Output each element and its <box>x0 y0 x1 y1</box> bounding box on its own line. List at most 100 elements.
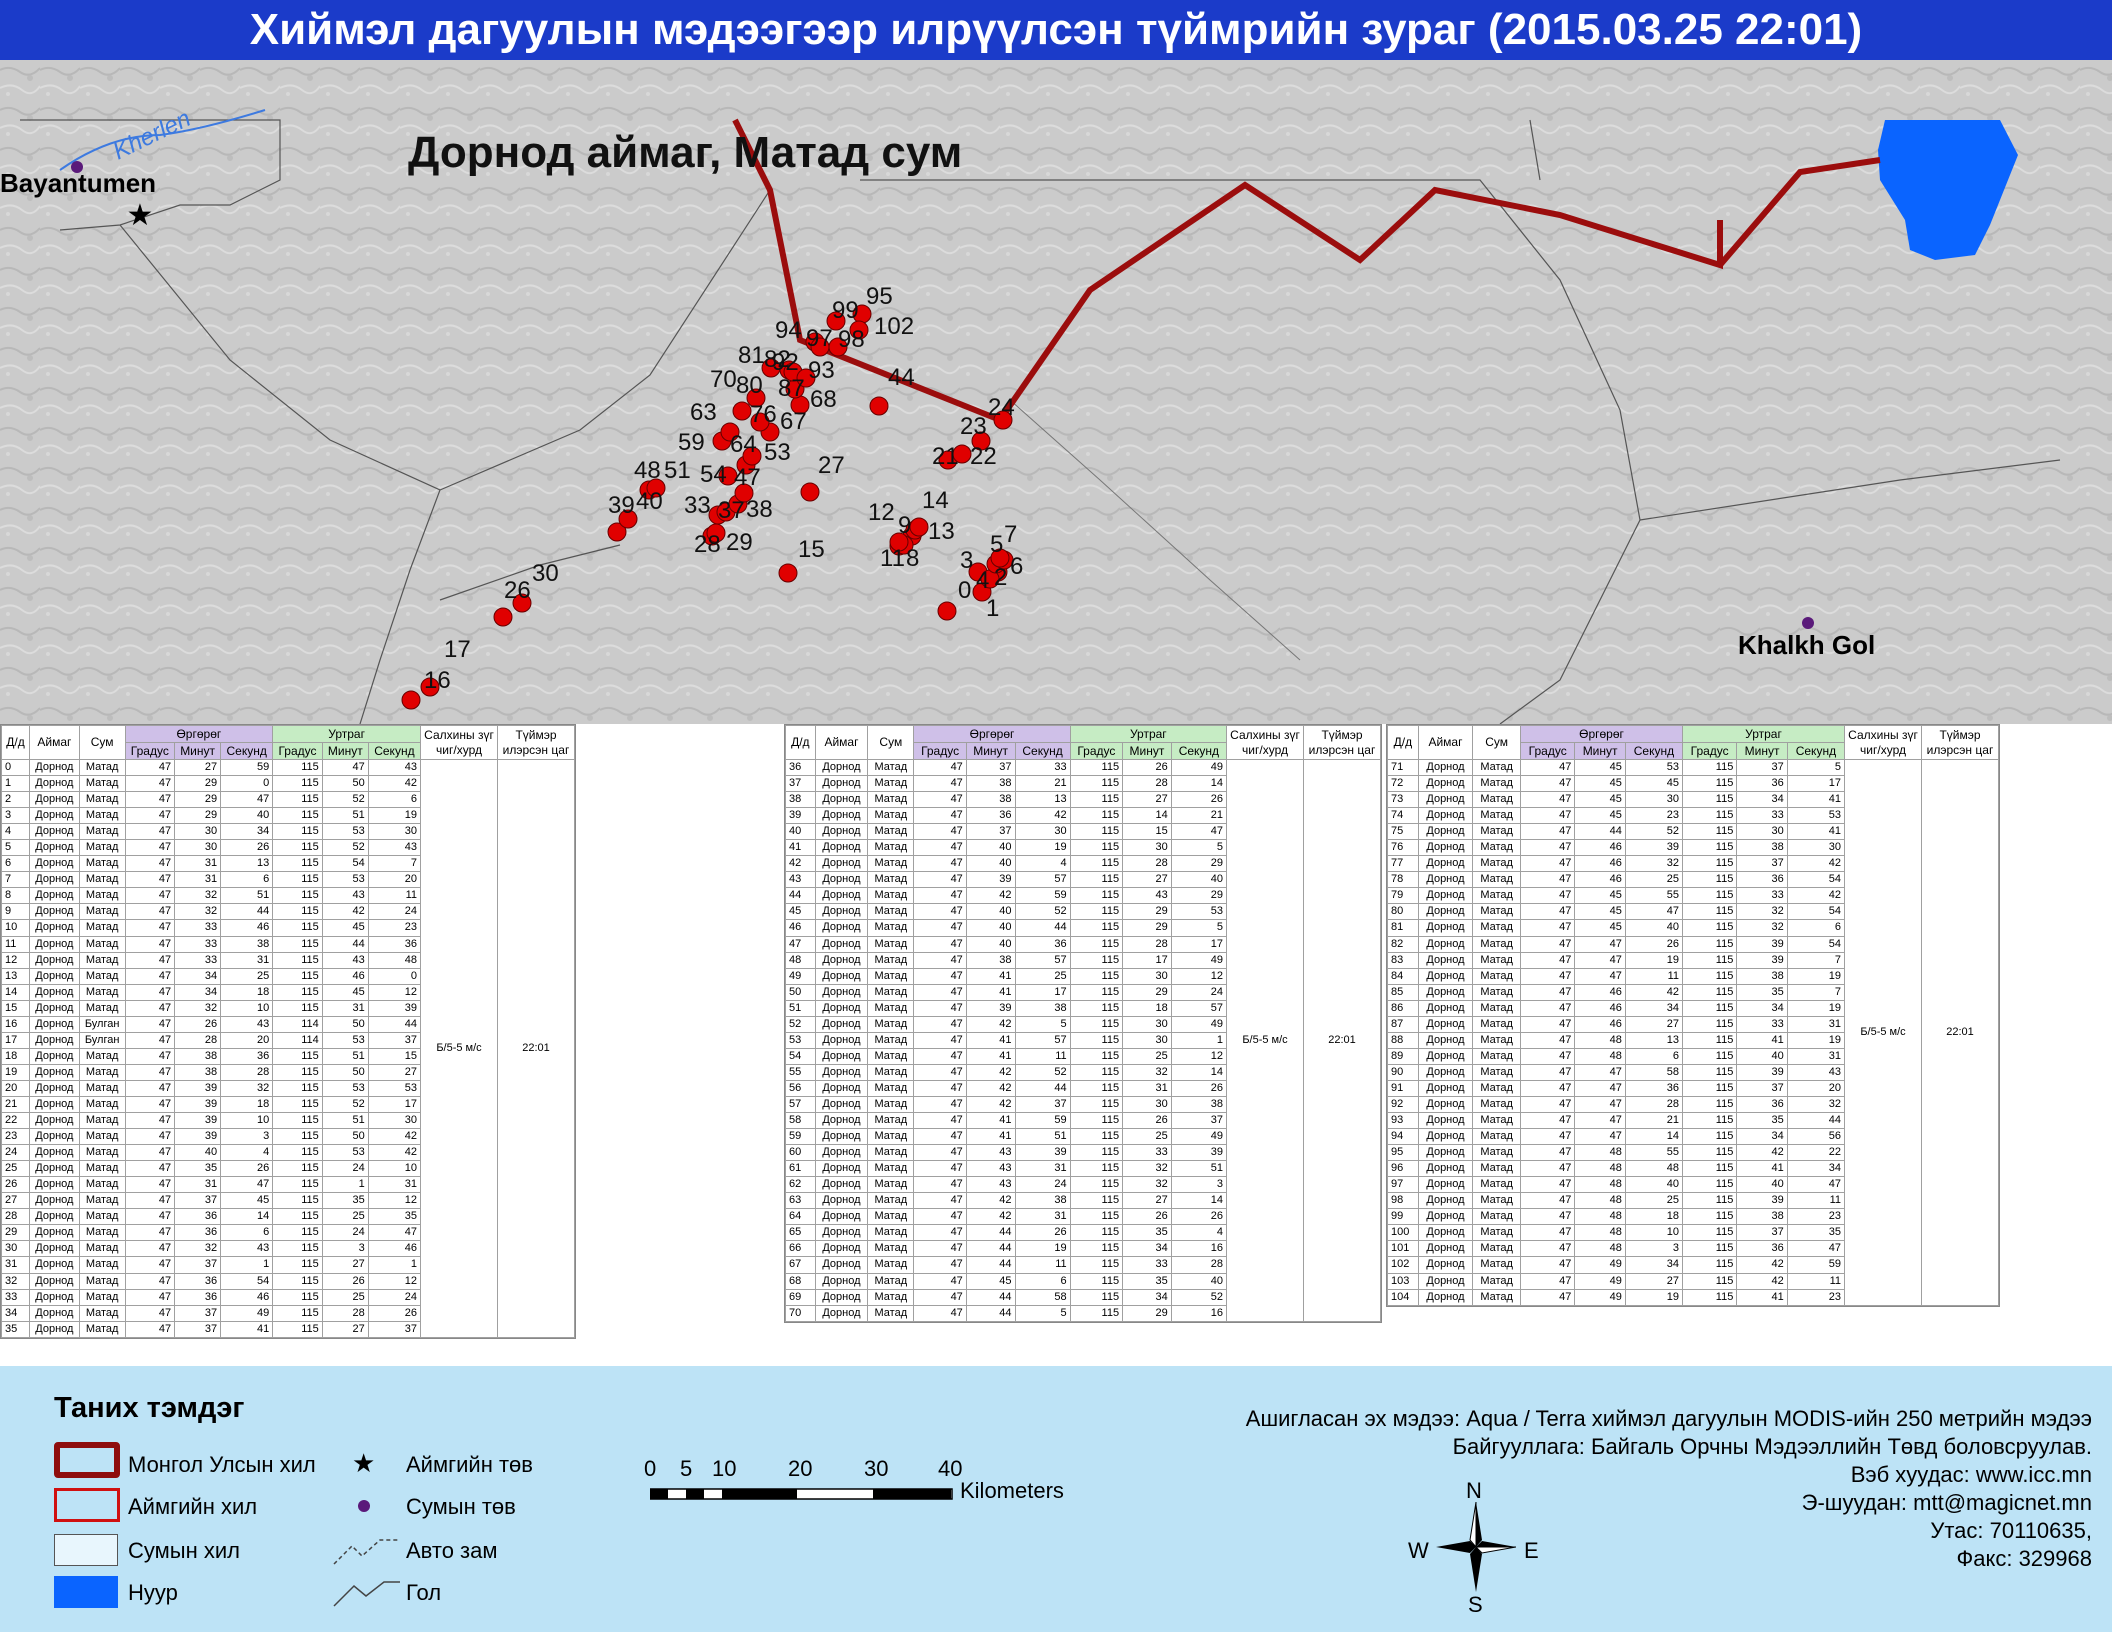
table-cell: 115 <box>1069 758 1124 777</box>
table-cell: 40 <box>174 1144 222 1162</box>
fire-point[interactable] <box>493 607 513 627</box>
fire-table-3: Д/д Аймаг Сум Өргөрөг Уртраг Салхины зүг чиг/… <box>1386 724 2000 1307</box>
table-cell: 32 <box>1786 1095 1846 1114</box>
table-cell: 115 <box>272 1304 323 1322</box>
table-cell: 37 <box>174 1304 222 1322</box>
table-cell: 22 <box>0 1112 31 1130</box>
table-cell: 47 <box>913 1112 967 1130</box>
table-cell: 37 <box>965 758 1016 777</box>
table-cell: Матад <box>1472 758 1522 777</box>
table-cell: Матад <box>78 775 126 793</box>
legend-label: Гол <box>406 1580 442 1605</box>
table-cell: 12 <box>367 1192 422 1210</box>
info-source: Ашигласан эх мэдээ: Aqua / Terra хиймэл … <box>1245 1406 2092 1431</box>
table-cell: 115 <box>1681 1224 1738 1242</box>
info-organization: Байгууллага: Байгаль Орчны Мэдээллийн Тө… <box>1452 1434 2092 1459</box>
fire-point[interactable] <box>869 396 889 416</box>
table-cell: Дорнод <box>1417 1224 1474 1242</box>
table-cell: 29 <box>1122 919 1172 937</box>
table-cell: 103 <box>1387 1272 1419 1290</box>
table-cell: Дорнод <box>1417 903 1474 921</box>
table-cell: 35 <box>1122 1224 1172 1242</box>
map-area[interactable]: Kherlen Дорнод аймаг, Матад сум ★ Bayant… <box>0 60 2112 724</box>
table-cell: 47 <box>913 935 967 953</box>
table-cell: 55 <box>1624 887 1683 905</box>
table-cell: 39 <box>174 1079 222 1097</box>
table-cell: Матад <box>867 807 915 825</box>
table-cell: 44 <box>1014 1079 1071 1097</box>
table-cell: Матад <box>1472 1015 1522 1033</box>
table-cell: 10 <box>220 1112 274 1130</box>
table-cell: 45 <box>1574 791 1626 809</box>
fire-label: 24 <box>988 394 1015 421</box>
table-cell: Дорнод <box>1417 1063 1474 1081</box>
table-cell: 39 <box>367 999 422 1017</box>
table-cell: 52 <box>1170 1288 1228 1306</box>
fire-point[interactable] <box>937 601 957 621</box>
table-cell: 50 <box>321 1063 369 1081</box>
table-cell: Матад <box>78 967 126 985</box>
table-cell: 35 <box>1736 1112 1788 1130</box>
table-cell: 47 <box>1574 1128 1626 1146</box>
table-cell: Матад <box>78 758 126 777</box>
col-header: Түймэр илэрсэн цаг <box>1303 725 1381 760</box>
table-cell: 64 <box>785 1208 816 1226</box>
table-cell: 45 <box>1574 775 1626 793</box>
table-cell: Матад <box>78 1079 126 1097</box>
fire-label: 3 <box>960 547 973 574</box>
table-cell: 47 <box>124 967 176 985</box>
table-cell: 24 <box>321 1224 369 1242</box>
table-cell: 115 <box>1069 951 1124 969</box>
table-cell: Дорнод <box>814 1015 869 1033</box>
table-cell: 47 <box>913 1095 967 1114</box>
table-cell: 114 <box>272 1015 323 1033</box>
table-cell: 48 <box>1574 1160 1626 1178</box>
table-header-row: Д/д Аймаг Сум Өргөрөг Уртраг Салхины зүг чиг/… <box>0 725 575 760</box>
table-cell: Дорнод <box>29 951 80 969</box>
table-cell: 115 <box>272 1063 323 1081</box>
table-cell: 27 <box>1122 1192 1172 1210</box>
table-cell: 37 <box>1736 758 1788 777</box>
fire-point[interactable] <box>401 690 421 710</box>
table-cell: Дорнод <box>814 1304 869 1322</box>
table-cell: 47 <box>1574 1063 1626 1081</box>
terrain-background <box>0 60 2112 724</box>
fire-point[interactable] <box>800 482 820 502</box>
table-cell: 115 <box>1681 1144 1738 1162</box>
table-cell: 47 <box>124 1176 176 1194</box>
table-cell: 29 <box>1122 1304 1172 1322</box>
table-cell: 45 <box>785 903 816 921</box>
table-cell: 39 <box>174 1128 222 1146</box>
table-cell: 3 <box>0 807 31 825</box>
table-cell: 33 <box>1736 1015 1788 1033</box>
table-cell: 14 <box>1170 775 1228 793</box>
fire-point[interactable] <box>778 563 798 583</box>
table-cell: 25 <box>1624 871 1683 889</box>
table-cell: 41 <box>1786 791 1846 809</box>
table-cell: 55 <box>785 1063 816 1081</box>
table-cell: 87 <box>1387 1015 1419 1033</box>
table-cell: 46 <box>220 1288 274 1306</box>
fire-data-table: Д/д Аймаг Сум Өргөрөг Уртраг Салхины зүг чиг/… <box>785 725 1381 1322</box>
table-cell: Дорнод <box>1417 758 1474 777</box>
table-cell: 30 <box>1122 1031 1172 1049</box>
table-cell: 47 <box>1520 839 1576 857</box>
table-cell: Матад <box>1472 807 1522 825</box>
table-cell: 47 <box>124 1160 176 1178</box>
table-cell: Дорнод <box>814 1272 869 1290</box>
table-cell: 47 <box>1520 1015 1576 1033</box>
table-cell: 35 <box>174 1160 222 1178</box>
table-cell: 49 <box>1170 1128 1228 1146</box>
table-cell: Дорнод <box>814 1224 869 1242</box>
table-cell: 47 <box>124 1320 176 1338</box>
fire-point[interactable] <box>909 517 929 537</box>
fire-label: 95 <box>866 283 893 310</box>
col-header: Өргөрөг <box>1520 725 1683 743</box>
table-cell: 6 <box>220 1224 274 1242</box>
table-cell: Дорнод <box>29 1128 80 1146</box>
fire-table-2: Д/д Аймаг Сум Өргөрөг Уртраг Салхины зүг чиг/… <box>784 724 1382 1323</box>
table-cell: 47 <box>1520 1176 1576 1194</box>
fire-point[interactable] <box>732 401 752 421</box>
table-cell: 4 <box>0 823 31 841</box>
table-cell: 14 <box>0 983 31 1001</box>
